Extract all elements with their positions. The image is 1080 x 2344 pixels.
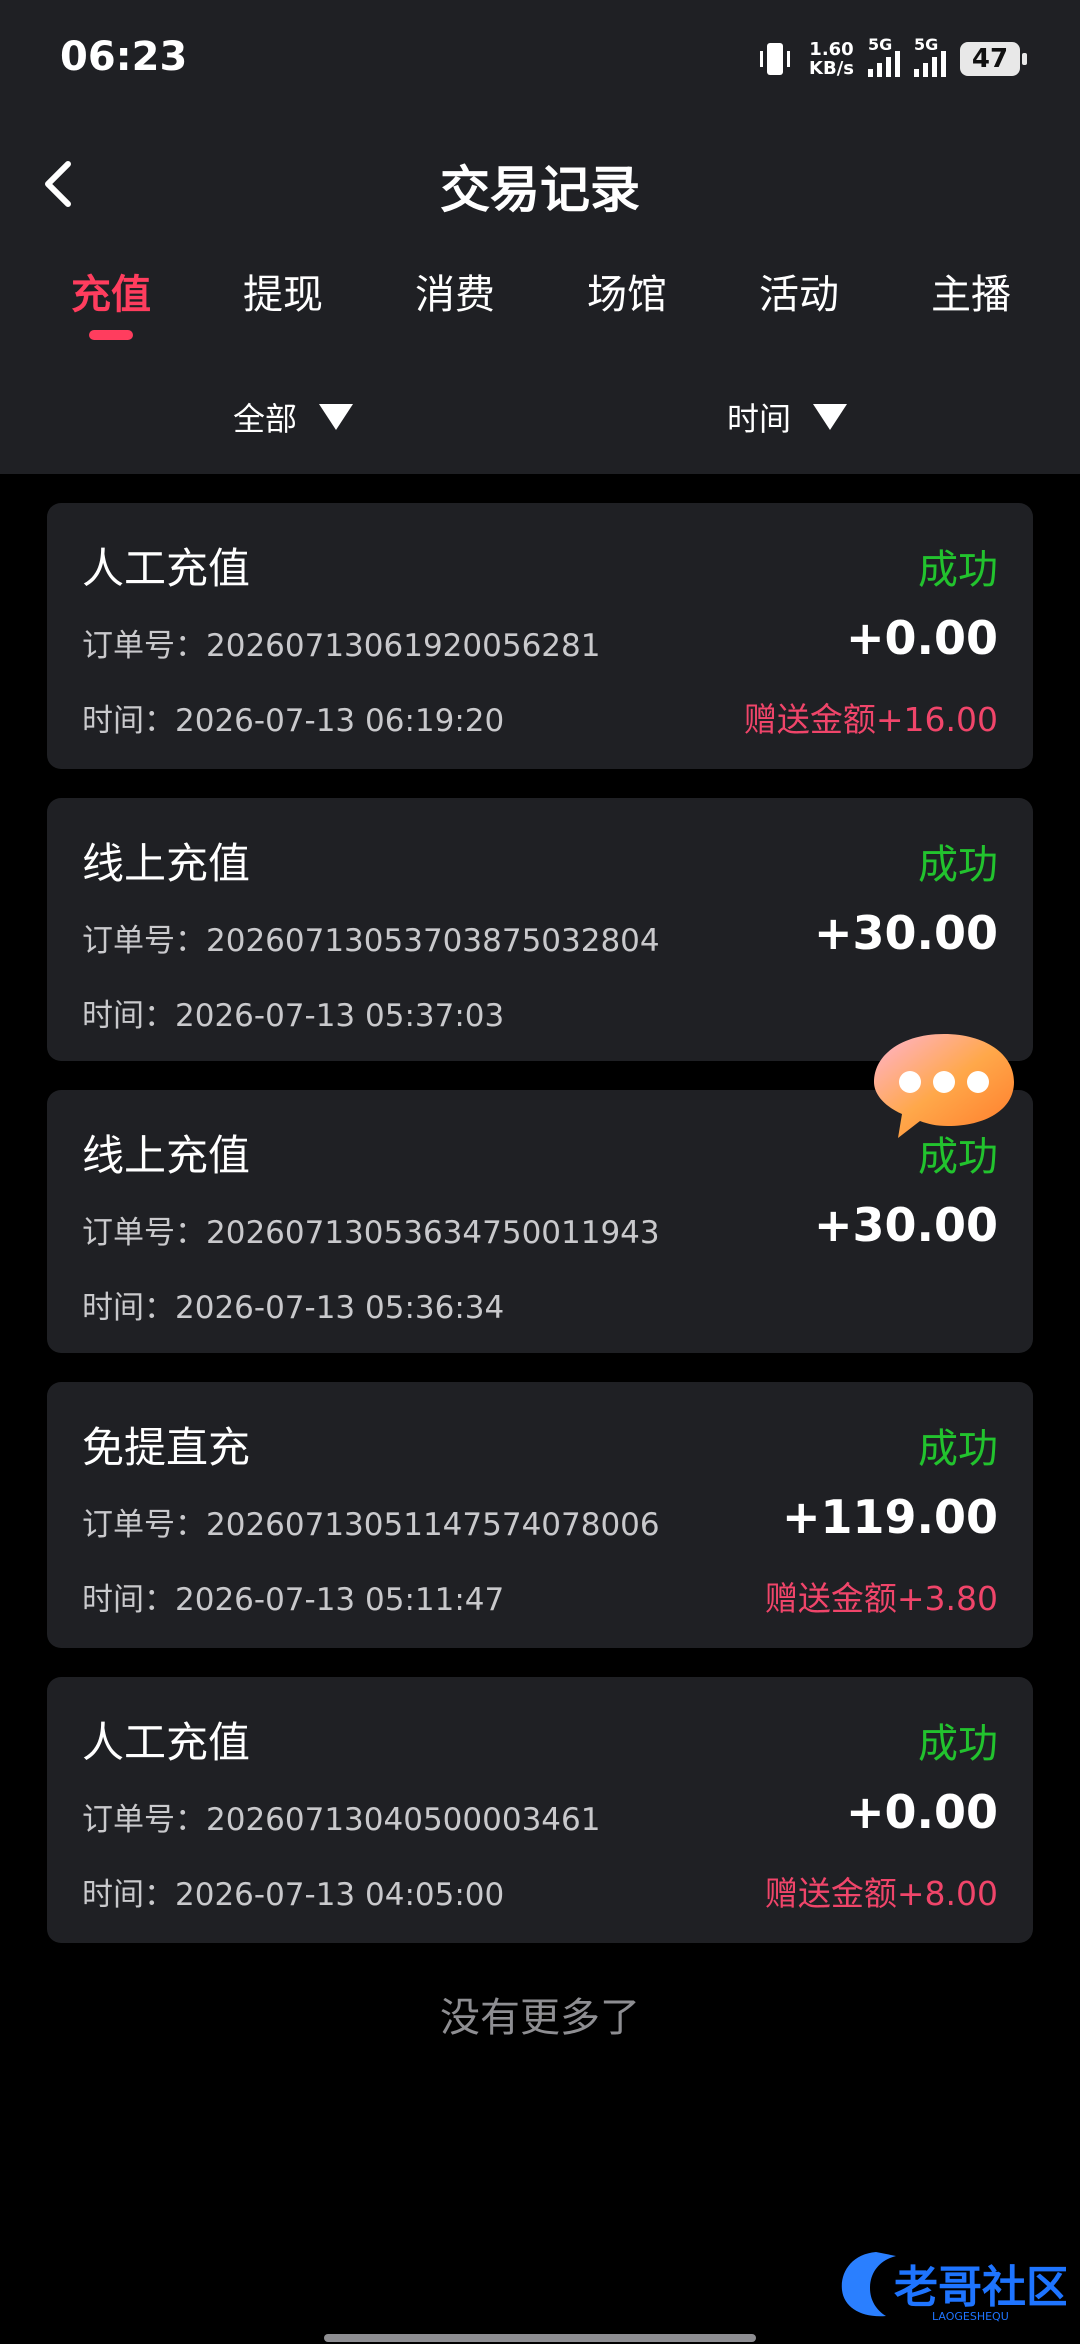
tab-recharge[interactable]: 充值 <box>41 262 181 340</box>
transaction-time: 时间：2026-07-13 05:36:34 <box>82 1290 505 1326</box>
time-filter-dropdown[interactable]: 时间 <box>727 394 848 440</box>
tab-label: 充值 <box>71 272 151 318</box>
signal-icon-sim2: 5G <box>914 35 946 77</box>
tab-label: 消费 <box>415 272 495 318</box>
transaction-type: 免提直充 <box>82 1423 251 1472</box>
transaction-time: 时间：2026-07-13 04:05:00 <box>82 1877 505 1913</box>
signal-icon-sim1: 5G <box>868 35 900 77</box>
bonus-amount: 赠送金额+3.80 <box>764 1579 998 1618</box>
transaction-amount: +30.00 <box>813 1198 998 1252</box>
tab-label: 提现 <box>243 272 323 318</box>
battery-icon: 47 <box>960 42 1027 76</box>
status-time: 06:23 <box>60 34 188 80</box>
transaction-amount: +0.00 <box>845 1785 998 1839</box>
transaction-card[interactable]: 人工充值 成功 订单号：20260713040500003461 +0.00 时… <box>47 1677 1033 1943</box>
transaction-time: 时间：2026-07-13 06:19:20 <box>82 703 505 739</box>
floating-chat-button[interactable] <box>870 1026 1018 1144</box>
tab-consumption[interactable]: 消费 <box>385 262 525 320</box>
vibrate-icon <box>760 43 791 75</box>
svg-text:老哥社区: 老哥社区 <box>894 2262 1066 2313</box>
status-bar: 06:23 1.60 KB/s 5G 5G 47 <box>0 0 1080 112</box>
transaction-type: 人工充值 <box>82 544 251 593</box>
triangle-down-icon <box>813 404 848 430</box>
transaction-time: 时间：2026-07-13 05:37:03 <box>82 998 505 1034</box>
chat-bubble-icon <box>874 1034 1014 1138</box>
no-more-text: 没有更多了 <box>440 1995 640 2041</box>
watermark-logo: 老哥社区 LAOGESHEQU <box>836 2244 1070 2324</box>
transaction-card[interactable]: 人工充值 成功 订单号：20260713061920056281 +0.00 时… <box>47 503 1033 769</box>
tab-activity[interactable]: 活动 <box>729 262 869 320</box>
tab-bar: 充值 提现 消费 场馆 活动 主播 <box>0 262 1080 352</box>
transaction-card[interactable]: 免提直充 成功 订单号：20260713051147574078006 +119… <box>47 1382 1033 1648</box>
transaction-amount: +30.00 <box>813 906 998 960</box>
status-badge: 成功 <box>918 547 998 593</box>
transaction-amount: +0.00 <box>845 611 998 665</box>
order-number: 订单号：20260713040500003461 <box>82 1802 601 1838</box>
transaction-list: 人工充值 成功 订单号：20260713061920056281 +0.00 时… <box>47 503 1033 1972</box>
net-speed: 1.60 KB/s <box>809 40 854 78</box>
transaction-amount: +119.00 <box>781 1490 998 1544</box>
net-speed-unit: KB/s <box>809 58 854 79</box>
order-number: 订单号：20260713053634750011943 <box>82 1215 660 1251</box>
transaction-type: 人工充值 <box>82 1718 251 1767</box>
active-tab-indicator <box>89 330 133 340</box>
home-indicator[interactable] <box>324 2334 756 2342</box>
net-speed-value: 1.60 <box>809 39 854 60</box>
tab-label: 场馆 <box>587 272 667 318</box>
tab-label: 活动 <box>759 272 839 318</box>
status-badge: 成功 <box>918 1426 998 1472</box>
filter-bar: 全部 时间 <box>0 394 1080 454</box>
order-number: 订单号：20260713061920056281 <box>82 628 601 664</box>
status-icons: 1.60 KB/s 5G 5G 47 <box>755 34 1027 84</box>
page-title: 交易记录 <box>440 161 640 219</box>
page-header: 交易记录 充值 提现 消费 场馆 活动 主播 全部 时间 <box>0 112 1080 474</box>
transaction-type: 线上充值 <box>82 1131 251 1180</box>
tab-label: 主播 <box>931 272 1011 318</box>
sim2-label: 5G <box>914 35 939 54</box>
status-badge: 成功 <box>918 1721 998 1767</box>
order-number: 订单号：20260713051147574078006 <box>82 1507 660 1543</box>
type-filter-label: 全部 <box>233 400 298 438</box>
bonus-amount: 赠送金额+16.00 <box>743 700 998 739</box>
transaction-card[interactable]: 线上充值 成功 订单号：20260713053703875032804 +30.… <box>47 798 1033 1061</box>
svg-text:LAOGESHEQU: LAOGESHEQU <box>932 2310 1009 2323</box>
triangle-down-icon <box>319 404 354 430</box>
bonus-amount: 赠送金额+8.00 <box>764 1874 998 1913</box>
transaction-time: 时间：2026-07-13 05:11:47 <box>82 1582 505 1618</box>
order-number: 订单号：20260713053703875032804 <box>82 923 660 959</box>
time-filter-label: 时间 <box>727 400 792 438</box>
sim1-label: 5G <box>868 35 893 54</box>
transaction-type: 线上充值 <box>82 839 251 888</box>
type-filter-dropdown[interactable]: 全部 <box>233 394 354 440</box>
tab-venue[interactable]: 场馆 <box>557 262 697 320</box>
tab-withdraw[interactable]: 提现 <box>213 262 353 320</box>
tab-anchor[interactable]: 主播 <box>901 262 1041 320</box>
status-badge: 成功 <box>918 842 998 888</box>
